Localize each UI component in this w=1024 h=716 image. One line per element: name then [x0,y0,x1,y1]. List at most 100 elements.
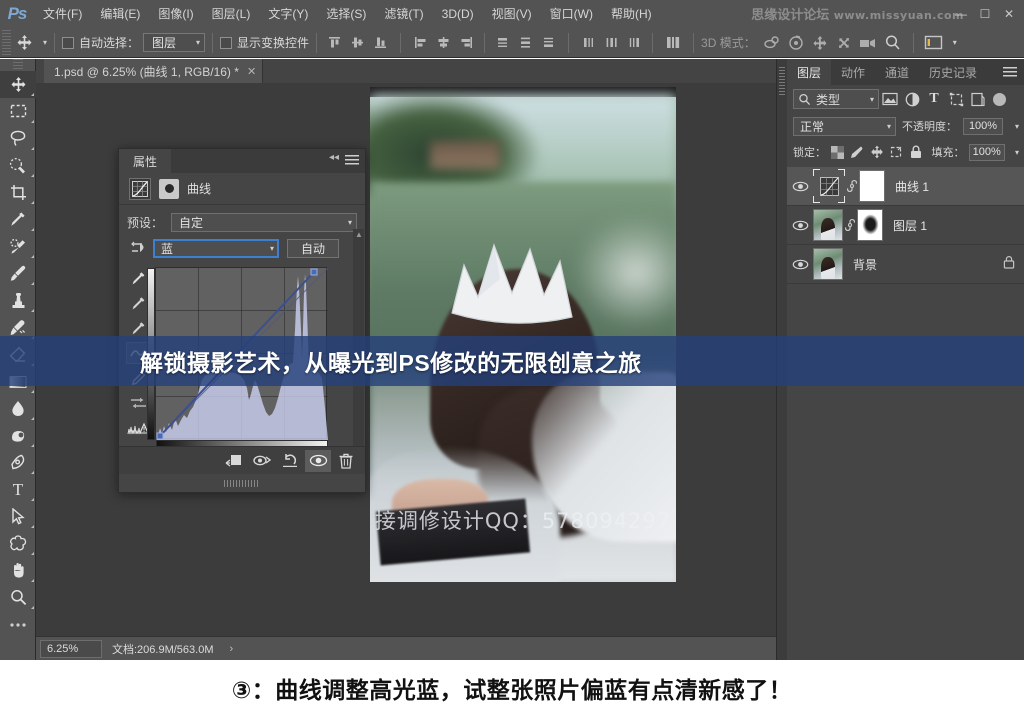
layer-mask-thumbnail[interactable] [857,209,883,241]
tab-history[interactable]: 历史记录 [919,59,987,85]
lasso-tool-icon[interactable] [0,125,36,152]
properties-resize-handle[interactable] [119,475,365,492]
align-vertical-centers-icon[interactable] [347,32,368,53]
scroll-up-icon[interactable]: ▲ [355,230,363,239]
filter-smart-objects-icon[interactable] [967,89,989,109]
align-left-edges-icon[interactable] [410,32,431,53]
brush-tool-icon[interactable] [0,260,36,287]
menu-select[interactable]: 选择(S) [317,4,375,25]
move-tool-icon[interactable] [11,30,37,56]
align-right-edges-icon[interactable] [456,32,477,53]
panel-collapse-icon[interactable]: ◂◂ [329,152,339,163]
layer-row[interactable]: 背景 [787,245,1024,284]
reset-adjustment-button[interactable] [277,450,303,472]
layer-visibility-icon[interactable] [787,181,813,192]
align-horizontal-centers-icon[interactable] [433,32,454,53]
path-selection-tool-icon[interactable] [0,503,36,530]
distribute-bottom-edges-icon[interactable] [538,32,559,53]
auto-button[interactable]: 自动 [287,238,339,258]
crop-tool-icon[interactable] [0,179,36,206]
menu-view[interactable]: 视图(V) [483,4,541,25]
close-button[interactable]: ✕ [998,4,1020,24]
menu-help[interactable]: 帮助(H) [602,4,661,25]
scale-3d-camera-icon[interactable] [856,32,880,53]
distribute-spacing-icon[interactable] [660,32,686,53]
blend-mode-dropdown[interactable]: 正常 ▾ [793,116,897,136]
type-tool-icon[interactable]: T [0,476,36,503]
tab-channels[interactable]: 通道 [875,59,919,85]
menu-filter[interactable]: 滤镜(T) [375,4,432,25]
panel-menu-icon[interactable] [1003,67,1017,78]
panel-menu-icon[interactable] [345,155,359,166]
fill-stepper-icon[interactable]: ▾ [1015,148,1019,157]
auto-select-scope-dropdown[interactable]: 图层 ▾ [143,33,206,52]
align-bottom-edges-icon[interactable] [370,32,391,53]
channel-dropdown[interactable]: 蓝 ▾ [153,238,279,258]
filter-type-layers-icon[interactable]: T [923,89,945,109]
filter-adjustment-layers-icon[interactable] [901,89,923,109]
menu-layer[interactable]: 图层(L) [203,4,260,25]
tab-layers[interactable]: 图层 [787,59,832,85]
options-bar-grip[interactable] [2,29,11,56]
lock-image-pixels-icon[interactable] [850,142,866,162]
workspace-chevron-icon[interactable]: ▾ [953,38,957,47]
auto-select-group[interactable]: 自动选择： 图层 ▾ [62,33,206,52]
workspace-switcher-icon[interactable] [921,32,947,53]
auto-select-checkbox[interactable] [62,36,75,49]
more-tools-icon[interactable] [0,611,36,638]
eyedropper-tool-icon[interactable] [0,206,36,233]
maximize-button[interactable]: ☐ [974,4,996,24]
layer-row[interactable]: 图层 1 [787,206,1024,245]
distribute-vertical-centers-icon[interactable] [515,32,536,53]
menu-edit[interactable]: 编辑(E) [91,4,149,25]
show-transform-checkbox[interactable] [220,36,233,49]
layer-row[interactable]: 曲线 1 [787,167,1024,206]
view-previous-state-button[interactable] [249,450,275,472]
preset-dropdown[interactable]: 自定 ▾ [171,212,357,232]
menu-window[interactable]: 窗口(W) [541,4,602,25]
menu-type[interactable]: 文字(Y) [259,4,317,25]
menu-3d[interactable]: 3D(D) [433,4,483,25]
layer-thumbnail[interactable] [813,169,845,203]
zoom-level-field[interactable]: 6.25% [40,639,102,658]
layer-filter-type-dropdown[interactable]: 类型 ▾ [793,89,879,109]
filter-enable-toggle[interactable] [993,92,1006,106]
align-top-edges-icon[interactable] [324,32,345,53]
mask-link-icon[interactable] [843,218,857,232]
mask-link-icon[interactable] [845,179,859,193]
distribute-horizontal-centers-icon[interactable] [601,32,622,53]
tools-panel-grip[interactable] [0,59,36,71]
toggle-layer-visibility-button[interactable] [305,449,331,472]
lock-all-icon[interactable] [908,142,924,162]
blur-tool-icon[interactable] [0,395,36,422]
document-tab[interactable]: 1.psd @ 6.25% (曲线 1, RGB/16) * ✕ [44,59,264,83]
zoom-tool-icon[interactable] [0,584,36,611]
lock-transparent-pixels-icon[interactable] [830,142,846,162]
layer-thumbnail[interactable] [813,209,843,241]
pan-3d-object-icon[interactable] [808,32,832,53]
pen-tool-icon[interactable] [0,449,36,476]
hand-tool-icon[interactable] [0,557,36,584]
filter-pixel-layers-icon[interactable] [879,89,901,109]
menu-image[interactable]: 图像(I) [149,4,202,25]
spot-healing-brush-tool-icon[interactable] [0,233,36,260]
move-tool-icon[interactable] [0,71,36,98]
layer-visibility-icon[interactable] [787,259,813,270]
dodge-tool-icon[interactable] [0,422,36,449]
slide-3d-object-icon[interactable] [832,32,856,53]
quick-selection-tool-icon[interactable] [0,152,36,179]
filter-shape-layers-icon[interactable] [945,89,967,109]
custom-shape-tool-icon[interactable] [0,530,36,557]
delete-adjustment-layer-button[interactable] [333,450,359,472]
close-icon[interactable]: ✕ [247,65,256,78]
distribute-right-edges-icon[interactable] [624,32,645,53]
status-expand-icon[interactable]: › [230,643,234,655]
tool-preset-caret-icon[interactable]: ▾ [43,38,47,47]
layer-visibility-icon[interactable] [787,220,813,231]
opacity-field[interactable]: 100% [963,117,1003,135]
roll-3d-object-icon[interactable] [784,32,808,53]
minimize-button[interactable]: — [950,4,972,24]
tab-properties[interactable]: 属性 [119,149,172,173]
rotate-3d-object-icon[interactable] [760,32,784,53]
rectangular-marquee-tool-icon[interactable] [0,98,36,125]
